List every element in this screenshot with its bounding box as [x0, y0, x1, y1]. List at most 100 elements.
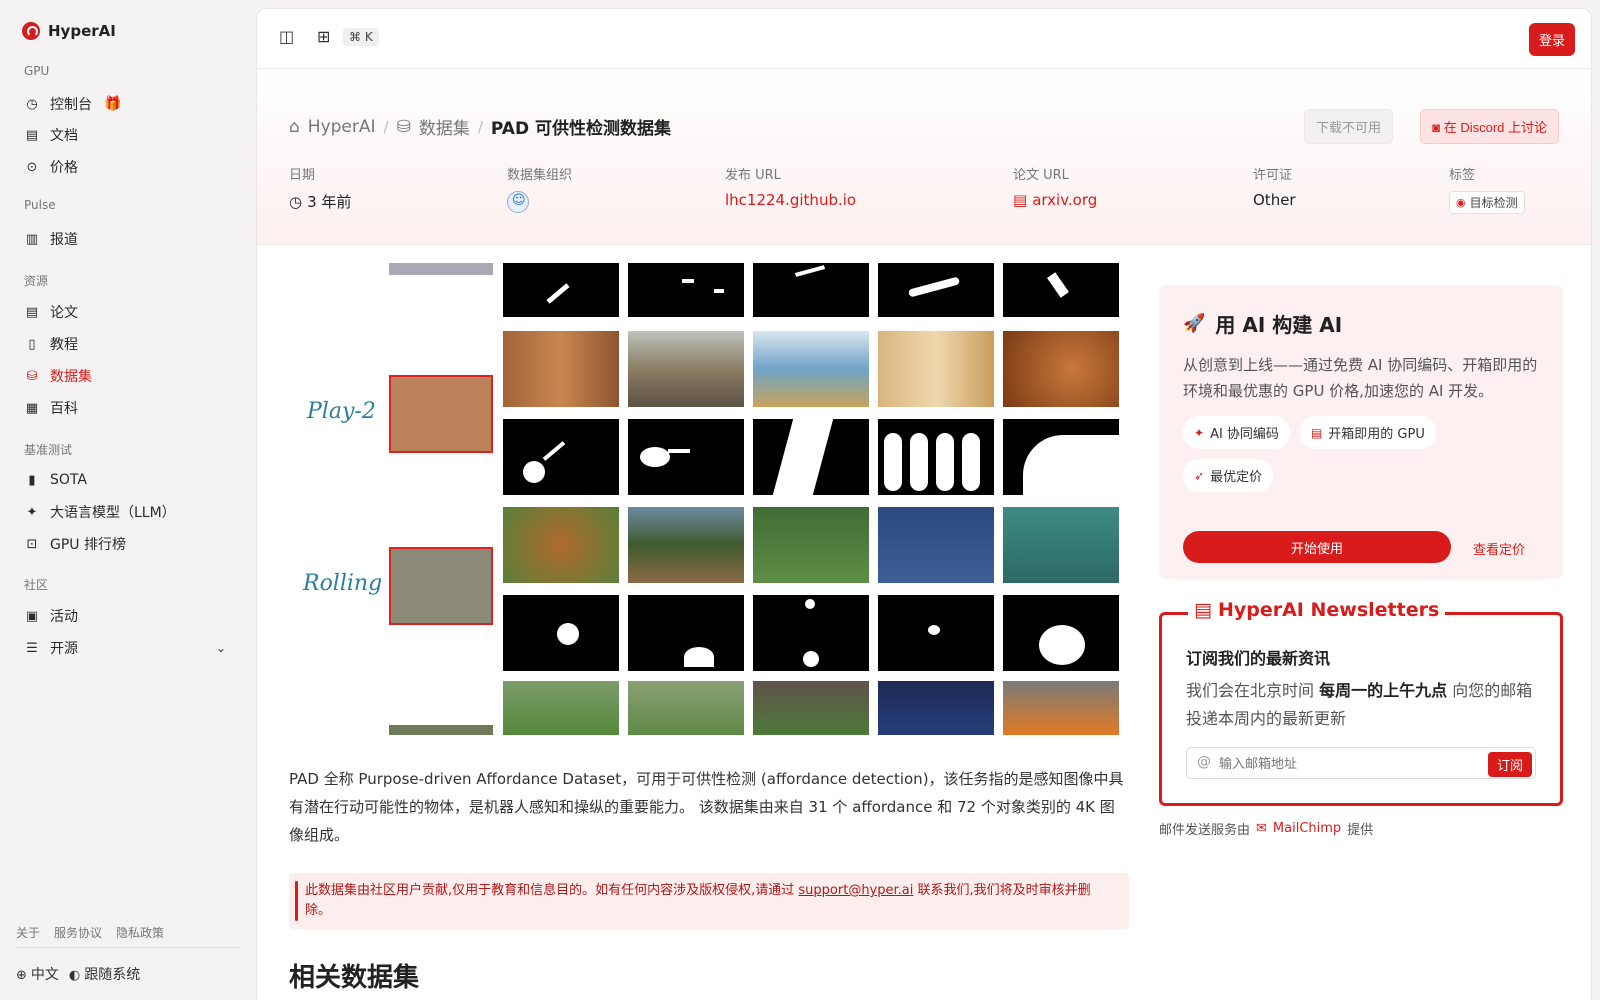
tag-chip[interactable]: ◉ 目标检测 [1449, 191, 1525, 214]
release-url-link[interactable]: lhc1224.github.io [725, 191, 856, 209]
dataset-preview-image: Play-2 Rolling [289, 263, 1127, 735]
discord-label: 在 Discord 上讨论 [1443, 120, 1547, 135]
reference-thumb [389, 263, 493, 275]
meta-date: 日期 ◷ 3 年前 [289, 164, 351, 212]
photo-thumb [1003, 681, 1119, 735]
brand-logo[interactable]: HyperAI [22, 22, 116, 40]
main-panel: ◫ ⊞ ⌘ K 登录 ⌂ HyperAI / ⛁ 数据集 / PAD 可供性检测… [256, 8, 1592, 1000]
meta-tags: 标签 ◉ 目标检测 [1449, 164, 1525, 214]
mask-thumb [628, 419, 744, 495]
meta-label: 发布 URL [725, 168, 781, 183]
reference-thumb [389, 375, 493, 453]
meta-label: 数据集组织 [507, 168, 573, 183]
support-email-link[interactable]: support@hyper.ai [798, 883, 913, 898]
chip-label: 开箱即用的 GPU [1328, 427, 1425, 442]
news-icon: ▥ [25, 231, 39, 247]
sidebar-item-news[interactable]: ▥ 报道 [16, 224, 240, 254]
sidebar-item-tutorials[interactable]: ▯ 教程 [16, 329, 240, 359]
meta-label: 许可证 [1253, 168, 1293, 183]
dataset-header: ⌂ HyperAI / ⛁ 数据集 / PAD 可供性检测数据集 下载不可用 ◙… [257, 69, 1591, 245]
mail-provider-note: 邮件发送服务由 ✉ MailChimp 提供 [1159, 819, 1373, 838]
photo-thumb [503, 507, 619, 583]
sidebar-item-label: SOTA [50, 472, 87, 488]
copyright-notice: 此数据集由社区用户贡献,仅用于教育和信息目的。如有任何内容涉及版权侵权,请通过 … [289, 873, 1129, 929]
sidebar-item-papers[interactable]: ▤ 论文 [16, 297, 240, 327]
paper-url-link[interactable]: arxiv.org [1032, 191, 1097, 209]
mask-thumb [753, 419, 869, 495]
sidebar-item-llm[interactable]: ✦ 大语言模型（LLM） [16, 497, 240, 527]
sidebar-item-label: 大语言模型（LLM） [50, 505, 176, 521]
database-icon: ⛁ [26, 368, 38, 384]
calendar-icon: ▣ [25, 608, 39, 624]
mask-thumb [628, 263, 744, 317]
dataset-description: PAD 全称 Purpose-driven Affordance Dataset… [289, 770, 1124, 844]
sidebar-item-pricing[interactable]: ⊙ 价格 [16, 152, 240, 182]
desc-text: 我们会在北京时间 [1186, 681, 1320, 700]
theme-icon: ◐ [68, 968, 81, 983]
photo-thumb [1003, 507, 1119, 583]
date-value: 3 年前 [307, 193, 352, 211]
section-label-pulse: Pulse [24, 198, 56, 212]
footer-link-about[interactable]: 关于 [16, 924, 40, 941]
sidebar-item-datasets[interactable]: ⛁ 数据集 [16, 361, 240, 391]
sidebar-item-label: 开源 [50, 641, 78, 657]
command-shortcut[interactable]: ⌘ K [343, 28, 379, 46]
related-datasets-heading: 相关数据集 [289, 963, 420, 993]
section-label-gpu: GPU [24, 64, 50, 78]
ai-promo-card: 🚀 用 AI 构建 AI 从创意到上线——通过免费 AI 协同编码、开箱即用的环境… [1159, 285, 1563, 579]
sidebar-divider [16, 947, 240, 948]
view-pricing-link[interactable]: 查看定价 [1473, 539, 1525, 558]
photo-thumb [753, 507, 869, 583]
notice-text: 此数据集由社区用户贡献,仅用于教育和信息目的。如有任何内容涉及版权侵权,请通过 [305, 883, 799, 898]
mask-thumb [1003, 419, 1119, 495]
sidebar-item-wiki[interactable]: ▦ 百科 [16, 393, 240, 423]
subscribe-button[interactable]: 订阅 [1487, 752, 1532, 777]
footer-link-terms[interactable]: 服务协议 [54, 924, 102, 941]
tag-label: 目标检测 [1469, 196, 1518, 210]
get-started-button[interactable]: 开始使用 [1183, 531, 1451, 563]
footer-link-privacy[interactable]: 隐私政策 [116, 924, 164, 941]
brand-name: HyperAI [48, 22, 116, 40]
sidebar-item-open-source[interactable]: ☰ 开源 ⌄ [16, 633, 240, 663]
server-icon: ▤ [1310, 425, 1323, 440]
photo-thumb [753, 681, 869, 735]
mask-thumb [753, 595, 869, 671]
theme-toggle[interactable]: ◐ 跟随系统 [69, 964, 140, 984]
login-button[interactable]: 登录 [1528, 23, 1575, 56]
mail-icon: ✉ [1256, 821, 1267, 836]
mask-thumb [1003, 595, 1119, 671]
sidebar-item-docs[interactable]: ▤ 文档 [16, 120, 240, 150]
apps-icon[interactable]: ⊞ [317, 27, 330, 46]
photo-thumb [503, 331, 619, 407]
reference-thumb [389, 725, 493, 735]
sidebar-item-events[interactable]: ▣ 活动 [16, 601, 240, 631]
sidebar-item-console[interactable]: ◷ 控制台 🎁 [16, 89, 240, 119]
wiki-icon: ▦ [25, 400, 39, 416]
chevron-down-icon: ⌄ [215, 641, 226, 655]
language-toggle[interactable]: ⊕ 中文 [16, 964, 59, 984]
sidebar-item-label: GPU 排行榜 [50, 537, 126, 553]
breadcrumb: ⌂ HyperAI / ⛁ 数据集 / PAD 可供性检测数据集 [289, 114, 671, 140]
row-label-play: Play-2 [307, 399, 376, 424]
sidebar-item-gpu-leaderboard[interactable]: ⊡ GPU 排行榜 [16, 529, 240, 559]
hyperai-logo-icon [22, 22, 40, 40]
breadcrumb-section[interactable]: 数据集 [419, 114, 470, 139]
list-icon: ☰ [26, 640, 38, 656]
discord-button[interactable]: ◙ 在 Discord 上讨论 [1420, 109, 1559, 144]
sidebar-item-label: 控制台 [50, 97, 92, 113]
mailchimp-link[interactable]: MailChimp [1273, 821, 1341, 836]
sidebar-toggle-icon[interactable]: ◫ [279, 27, 294, 46]
license-value: Other [1253, 191, 1296, 209]
photo-thumb [878, 681, 994, 735]
sidebar-item-sota[interactable]: ▮ SOTA [16, 465, 240, 495]
dashboard-icon: ◷ [26, 96, 38, 112]
mask-thumb [878, 419, 994, 495]
org-avatar[interactable] [507, 191, 529, 213]
sidebar-item-label: 百科 [50, 401, 78, 417]
ai-card-description: 从创意到上线——通过免费 AI 协同编码、开箱即用的环境和最优惠的 GPU 价格… [1183, 356, 1538, 400]
clock-icon: ◷ [289, 192, 303, 211]
email-form: @ 订阅 [1186, 747, 1536, 779]
breadcrumb-home[interactable]: HyperAI [308, 117, 376, 137]
email-input[interactable] [1219, 753, 1469, 775]
meta-paper: 论文 URL ▤ arxiv.org [1013, 164, 1097, 209]
